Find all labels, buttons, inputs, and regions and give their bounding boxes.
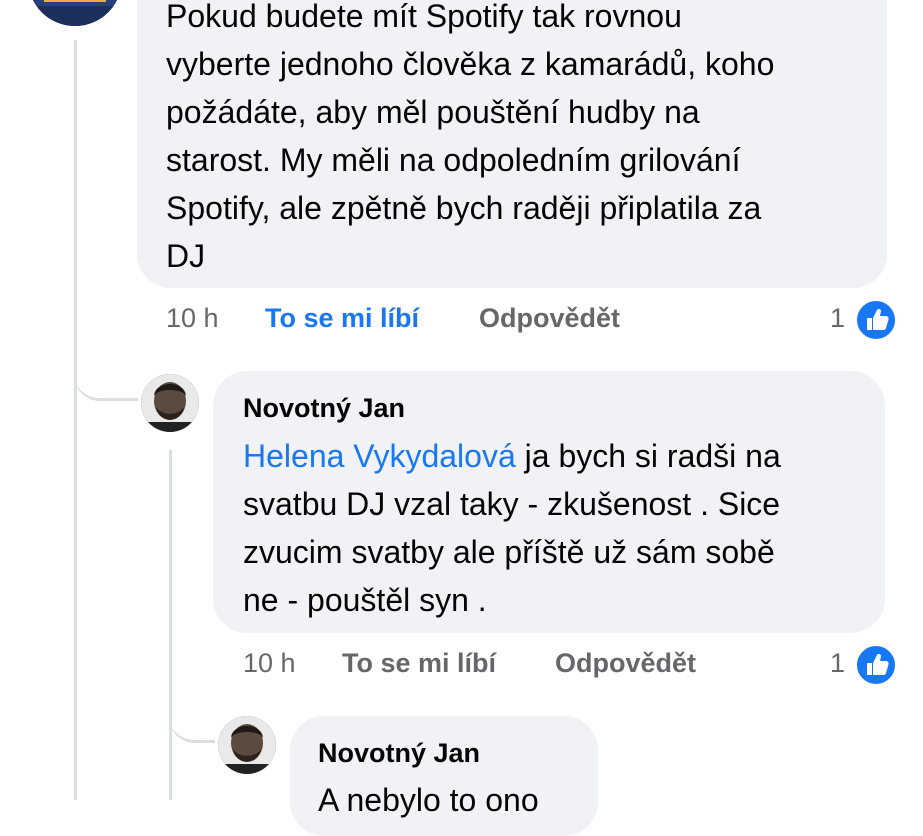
comment-text: Pokud budete mít Spotify tak rovnou vybe…: [166, 0, 775, 274]
avatar[interactable]: [218, 716, 276, 774]
avatar-image-icon: [218, 716, 276, 774]
thread-line-main: [74, 40, 77, 800]
reply-button[interactable]: Odpovědět: [555, 648, 696, 679]
comment-author[interactable]: Novotný Jan: [243, 393, 405, 424]
like-button[interactable]: To se mi líbí: [265, 303, 419, 334]
avatar-image-icon: [141, 374, 199, 432]
avatar-image-icon: [28, 0, 122, 26]
reaction-count[interactable]: 1: [830, 303, 845, 334]
reply-button[interactable]: Odpovědět: [479, 303, 620, 334]
like-button[interactable]: To se mi líbí: [342, 648, 496, 679]
comment-timestamp[interactable]: 10 h: [243, 648, 296, 679]
comment-text: A nebylo to ono: [318, 782, 539, 818]
thumbs-up-icon[interactable]: [854, 643, 898, 687]
mention-link[interactable]: Helena Vykydalová: [243, 438, 516, 474]
thread-line-nested: [169, 450, 172, 800]
thread-connector-reply-1: [74, 330, 138, 401]
avatar[interactable]: [141, 374, 199, 432]
comment-text: Helena Vykydalová ja bych si radši na sv…: [243, 432, 781, 624]
thread-connector-reply-2: [169, 680, 215, 743]
comment-timestamp[interactable]: 10 h: [166, 303, 219, 334]
reaction-count[interactable]: 1: [830, 648, 845, 679]
comment-author[interactable]: Novotný Jan: [318, 738, 480, 769]
avatar[interactable]: [28, 0, 122, 26]
thumbs-up-icon[interactable]: [854, 298, 898, 342]
